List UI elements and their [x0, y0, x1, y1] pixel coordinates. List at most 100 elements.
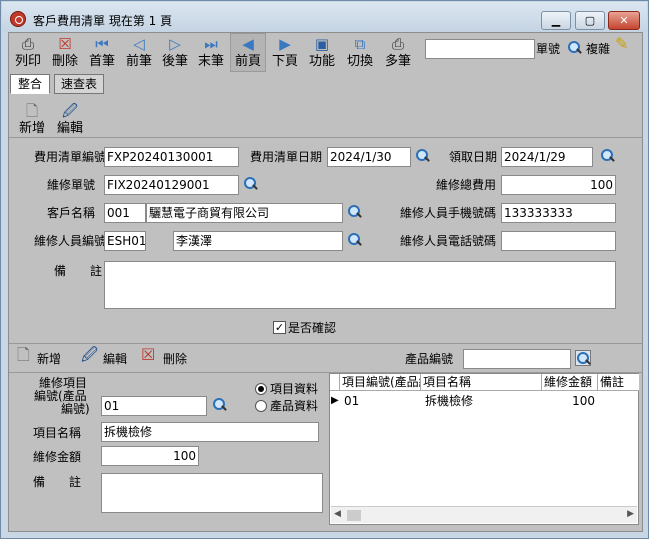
- remark-field[interactable]: [104, 261, 616, 309]
- delete-label: 刪除: [51, 54, 78, 69]
- prev-page-button[interactable]: ◀ 前頁: [230, 33, 266, 72]
- edit-document-icon: 🖉: [62, 102, 78, 120]
- switch-label: 切換: [346, 54, 373, 69]
- mobile-field[interactable]: 133333333: [501, 203, 616, 223]
- new-document-icon: 🗋: [25, 102, 39, 120]
- horizontal-scrollbar[interactable]: ◀ ▶: [331, 506, 637, 523]
- scroll-left-icon[interactable]: ◀: [334, 509, 341, 519]
- confirm-label: 是否確認: [288, 321, 337, 335]
- prev-page-label: 前頁: [234, 54, 261, 69]
- first-record-button[interactable]: ⏮ 首筆: [85, 34, 119, 69]
- grid-header-amount[interactable]: 維修金額: [542, 374, 598, 391]
- remark-label: 備 註: [54, 264, 103, 278]
- repair-total-field[interactable]: 100: [501, 175, 616, 195]
- detail-grid[interactable]: 項目編號(產品編號) 項目名稱 維修金額 備註 ▶ 01 拆機檢修 100 ◀ …: [329, 373, 639, 525]
- multi-record-label: 多筆: [384, 54, 411, 69]
- next-page-icon: ▶: [279, 35, 291, 53]
- switch-button[interactable]: ⧉ 切換: [343, 34, 377, 69]
- item-data-radio[interactable]: [255, 383, 267, 395]
- item-name-label: 項目名稱: [33, 426, 82, 440]
- detail-remark-field[interactable]: [101, 473, 323, 513]
- next-record-label: 後筆: [161, 54, 188, 69]
- expense-date-field[interactable]: 2024/1/30: [327, 147, 411, 167]
- detail-edit-button[interactable]: 編輯: [103, 351, 127, 367]
- product-search-icon[interactable]: [575, 350, 591, 366]
- complex-search-icon[interactable]: ✎: [615, 36, 628, 52]
- complex-search-label[interactable]: 複雜: [586, 41, 610, 57]
- divider: [9, 137, 642, 138]
- minimize-button[interactable]: ▁: [541, 11, 571, 30]
- phone-label: 維修人員電話號碼: [400, 234, 497, 248]
- grid-header-item-no[interactable]: 項目編號(產品編號): [340, 374, 421, 391]
- expense-no-field[interactable]: FXP20240130001: [104, 147, 239, 167]
- scroll-thumb[interactable]: [347, 510, 361, 521]
- customer-code-field[interactable]: 001: [104, 203, 146, 223]
- function-label: 功能: [308, 54, 335, 69]
- edit-button[interactable]: 🖉 編輯: [53, 101, 87, 136]
- grid-header-item-name[interactable]: 項目名稱: [421, 374, 542, 391]
- grid-header-remark[interactable]: 備註: [598, 374, 639, 391]
- confirm-checkbox[interactable]: ✓: [273, 321, 286, 334]
- receive-date-field[interactable]: 2024/1/29: [501, 147, 593, 167]
- product-no-field[interactable]: [463, 349, 571, 369]
- detail-remark-label: 備 註: [33, 475, 82, 489]
- repair-no-field[interactable]: FIX20240129001: [104, 175, 239, 195]
- title-bar: 客戶費用清單 現在第 1 頁 ▁ ▢ ✕: [2, 2, 647, 32]
- first-record-icon: ⏮: [95, 35, 109, 53]
- prev-record-button[interactable]: ◁ 前筆: [122, 34, 156, 69]
- tab-integrate[interactable]: 整合: [10, 74, 50, 94]
- app-icon: [10, 11, 26, 27]
- item-name-field[interactable]: 拆機檢修: [101, 422, 319, 442]
- receive-date-label: 領取日期: [449, 150, 498, 164]
- doc-search-input[interactable]: [425, 39, 535, 59]
- close-button[interactable]: ✕: [608, 11, 640, 30]
- last-record-button[interactable]: ⏭ 末筆: [194, 34, 228, 69]
- phone-field[interactable]: [501, 231, 616, 251]
- maximize-button[interactable]: ▢: [575, 11, 605, 30]
- mobile-label: 維修人員手機號碼: [400, 206, 497, 220]
- repair-no-label: 維修單號: [47, 178, 96, 192]
- expense-no-label: 費用清單編號: [34, 150, 107, 164]
- product-data-radio[interactable]: [255, 400, 267, 412]
- search-icon[interactable]: [567, 40, 583, 56]
- item-no-field[interactable]: 01: [101, 396, 207, 416]
- cell-remark[interactable]: [600, 393, 638, 410]
- product-no-label: 產品編號: [405, 352, 454, 366]
- multi-record-button[interactable]: ⎙ 多筆: [381, 34, 415, 69]
- doc-no-label: 單號: [536, 42, 561, 56]
- cell-amount[interactable]: 100: [542, 393, 595, 410]
- customer-name-field[interactable]: 驪慧電子商貿有限公司: [146, 203, 343, 223]
- first-record-label: 首筆: [88, 54, 115, 69]
- detail-edit-icon: 🖉: [81, 345, 99, 364]
- divider: [9, 343, 642, 344]
- prev-page-icon: ◀: [242, 35, 254, 53]
- scroll-right-icon[interactable]: ▶: [627, 509, 634, 519]
- item-no-search-icon[interactable]: [212, 397, 228, 413]
- item-data-label: 項目資料: [270, 382, 319, 396]
- function-button[interactable]: ▣ 功能: [305, 34, 339, 69]
- multi-record-icon: ⎙: [391, 35, 404, 53]
- function-icon: ▣: [314, 35, 330, 53]
- amount-field[interactable]: 100: [101, 446, 199, 466]
- staff-search-icon[interactable]: [347, 232, 363, 248]
- row-indicator: ▶: [331, 395, 339, 406]
- customer-search-icon[interactable]: [347, 204, 363, 220]
- repair-no-search-icon[interactable]: [243, 176, 259, 192]
- cell-item-no[interactable]: 01: [342, 393, 421, 410]
- receive-date-search-icon[interactable]: [600, 148, 616, 164]
- cell-item-name[interactable]: 拆機檢修: [423, 393, 542, 410]
- print-button[interactable]: ⎙ 列印: [12, 34, 44, 69]
- delete-button[interactable]: ☒ 刪除: [49, 34, 81, 69]
- edit-label: 編輯: [56, 121, 83, 136]
- staff-code-field[interactable]: ESH01: [104, 231, 146, 251]
- new-button[interactable]: 🗋 新增: [15, 101, 49, 136]
- tab-quick-lookup[interactable]: 速查表: [54, 74, 104, 94]
- staff-label: 維修人員編號: [34, 234, 107, 248]
- next-record-button[interactable]: ▷ 後筆: [158, 34, 192, 69]
- staff-name-field[interactable]: 李漢澤: [173, 231, 343, 251]
- next-page-button[interactable]: ▶ 下頁: [268, 34, 302, 69]
- detail-delete-button[interactable]: 刪除: [163, 351, 187, 367]
- main-window: 客戶費用清單 現在第 1 頁 ▁ ▢ ✕ ⎙ 列印 ☒ 刪除 ⏮ 首筆 ◁ 前筆…: [0, 0, 649, 539]
- detail-new-button[interactable]: 新增: [37, 351, 61, 367]
- expense-date-search-icon[interactable]: [415, 148, 431, 164]
